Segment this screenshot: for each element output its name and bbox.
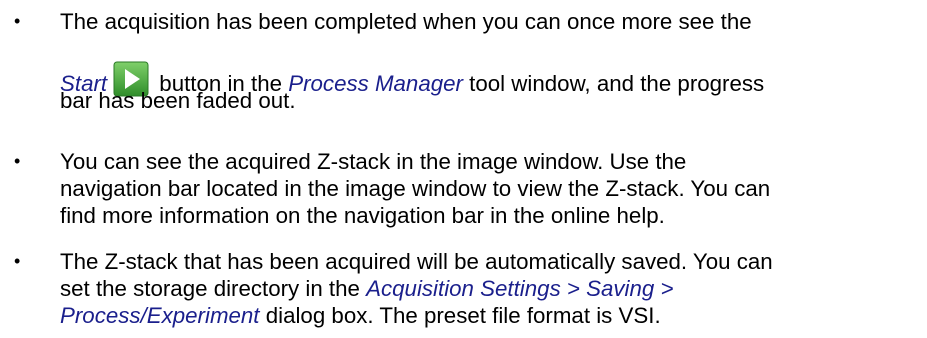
process-experiment-link[interactable]: Process/Experiment (60, 303, 260, 328)
paragraph-line: The Z-stack that has been acquired will … (60, 248, 773, 275)
bullet-glyph: • (14, 11, 21, 31)
bullet-glyph: • (14, 151, 21, 171)
paragraph-line: find more information on the navigation … (60, 202, 665, 229)
paragraph-line: The acquisition has been completed when … (60, 8, 752, 35)
text: You can see the acquired Z-stack in the … (60, 149, 687, 174)
text: navigation bar located in the image wind… (60, 176, 771, 201)
text: The Z-stack that has been acquired will … (60, 249, 773, 274)
text: set the storage directory in the (60, 276, 367, 301)
paragraph-line: bar has been faded out. (60, 87, 296, 114)
process-manager-link[interactable]: Process Manager (288, 71, 463, 96)
acquisition-settings-link[interactable]: Acquisition Settings > Saving > (366, 276, 673, 301)
paragraph-line: Process/Experiment dialog box. The prese… (60, 302, 661, 329)
paragraph-line: You can see the acquired Z-stack in the … (60, 148, 686, 175)
document: • The acquisition has been completed whe… (0, 0, 927, 338)
bullet-glyph: • (14, 251, 21, 271)
text: The acquisition has been completed when … (60, 9, 752, 34)
text: bar has been faded out. (60, 88, 296, 113)
text: find more information on the navigation … (60, 203, 665, 228)
paragraph-line: set the storage directory in the Acquisi… (60, 275, 674, 302)
text: tool window, and the progress (462, 71, 765, 96)
paragraph-line: navigation bar located in the image wind… (60, 175, 770, 202)
text: dialog box. The preset file format is VS… (259, 303, 661, 328)
